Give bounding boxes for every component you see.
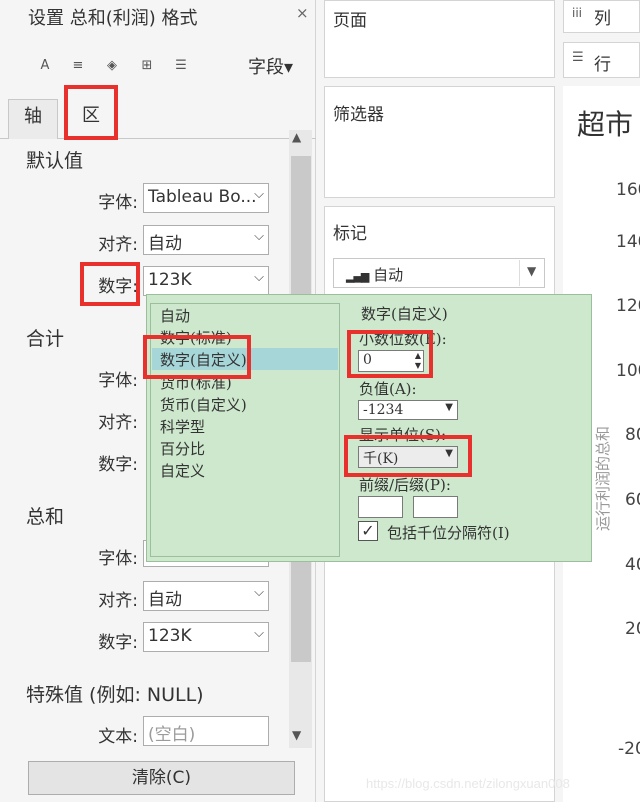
units-highlight xyxy=(344,435,472,477)
totals-font-label: 字体: xyxy=(98,371,138,391)
scroll-up-icon[interactable]: ▲ xyxy=(292,130,301,144)
default-font-value: Tableau Bo... xyxy=(148,187,257,207)
negative-value: -1234 xyxy=(363,402,404,418)
special-text-label: 文本: xyxy=(98,727,138,747)
rows-label: 行 xyxy=(594,55,611,75)
chevron-down-icon: ⌵ xyxy=(254,270,264,285)
default-align-label: 对齐: xyxy=(98,235,138,255)
negative-label: 负值(A): xyxy=(359,380,417,398)
fields-dropdown[interactable]: 字段▾ xyxy=(248,53,293,79)
lines-icon[interactable]: ☰ xyxy=(172,57,190,75)
axis-tick: 20 xyxy=(625,619,640,639)
clear-button[interactable]: 清除(C) xyxy=(28,761,295,795)
default-align-value: 自动 xyxy=(148,234,182,254)
list-item[interactable]: 科学型 xyxy=(160,416,205,437)
borders-icon[interactable]: ⊞ xyxy=(138,57,156,75)
axis-tick: 80 xyxy=(625,425,640,445)
font-icon[interactable]: A xyxy=(36,57,54,75)
axis-tick: 60 xyxy=(625,490,640,510)
thousands-separator-checkbox[interactable]: ✓ xyxy=(358,521,378,541)
pages-title: 页面 xyxy=(333,11,367,31)
tab-axis[interactable]: 轴 xyxy=(8,99,58,139)
list-item[interactable]: 自定义 xyxy=(160,460,205,481)
viz-title: 超市 xyxy=(577,108,634,141)
shading-icon[interactable]: ◈ xyxy=(103,57,121,75)
mark-type-divider xyxy=(519,260,520,286)
grand-number-label: 数字: xyxy=(98,633,138,653)
chevron-down-icon: ⌵ xyxy=(254,585,264,600)
thousands-separator-label: 包括千位分隔符(I) xyxy=(387,524,510,542)
pane-tab-highlight xyxy=(64,85,118,140)
columns-label: 列 xyxy=(594,9,611,29)
totals-align-label: 对齐: xyxy=(98,413,138,433)
axis-tick: 160 xyxy=(616,180,640,200)
mark-type-value: 自动 xyxy=(373,266,404,284)
grand-number-select[interactable]: 123K ⌵ xyxy=(143,622,269,652)
prefix-input[interactable] xyxy=(358,496,403,518)
panel-title: 数字(自定义) xyxy=(361,305,448,323)
chevron-down-icon: ⌵ xyxy=(254,229,264,244)
totals-section-heading: 合计 xyxy=(26,328,65,350)
grand-section-heading: 总和 xyxy=(26,506,65,528)
prefix-suffix-label: 前缀/后缀(P): xyxy=(359,476,451,494)
watermark: https://blog.csdn.net/zilongxuan008 xyxy=(366,776,570,791)
grand-number-value: 123K xyxy=(148,626,192,646)
columns-icon: iii xyxy=(572,6,583,20)
default-font-select[interactable]: Tableau Bo... ⌵ xyxy=(143,183,269,213)
special-values-heading: 特殊值 (例如: NULL) xyxy=(26,684,204,706)
number-label-highlight xyxy=(80,262,140,306)
default-font-label: 字体: xyxy=(98,193,138,213)
chevron-down-icon: ⌵ xyxy=(254,626,264,641)
default-number-select[interactable]: 123K ⌵ xyxy=(143,266,269,296)
format-pane-title: 设置 总和(利润) 格式 xyxy=(28,8,198,29)
axis-title-text: 运行利润的总和 xyxy=(594,426,612,531)
grand-align-label: 对齐: xyxy=(98,591,138,611)
suffix-input[interactable] xyxy=(413,496,458,518)
chevron-down-icon: ⌵ xyxy=(254,187,264,202)
filters-title: 筛选器 xyxy=(333,105,384,125)
grand-font-label: 字体: xyxy=(98,549,138,569)
default-number-value: 123K xyxy=(148,270,192,290)
bar-chart-icon: ▂▄▆ xyxy=(346,270,369,283)
mark-type-select[interactable]: ▂▄▆ 自动 xyxy=(333,258,545,288)
axis-tick: 120 xyxy=(616,296,640,316)
axis-tick: -20 xyxy=(618,739,640,759)
close-icon[interactable]: × xyxy=(296,4,309,22)
rows-icon: ☰ xyxy=(572,50,584,65)
totals-number-label: 数字: xyxy=(98,455,138,475)
special-text-input[interactable]: (空白) xyxy=(143,716,269,746)
custom-number-highlight xyxy=(143,335,251,379)
chevron-down-icon[interactable]: ▼ xyxy=(527,264,536,278)
default-align-select[interactable]: 自动 ⌵ xyxy=(143,225,269,255)
list-item[interactable]: 百分比 xyxy=(160,438,205,459)
axis-tick: 140 xyxy=(616,232,640,252)
axis-tick: 100 xyxy=(616,361,640,381)
axis-tick: 40 xyxy=(625,555,640,575)
negative-select[interactable]: -1234 ▼ xyxy=(358,400,458,420)
chevron-down-icon: ▼ xyxy=(445,402,453,413)
list-item[interactable]: 货币(自定义) xyxy=(160,394,247,415)
align-icon[interactable]: ≡ xyxy=(69,57,87,75)
list-item[interactable]: 自动 xyxy=(160,305,190,326)
grand-align-value: 自动 xyxy=(148,590,182,610)
grand-align-select[interactable]: 自动 ⌵ xyxy=(143,581,269,611)
decimals-highlight xyxy=(347,330,433,378)
marks-title: 标记 xyxy=(333,224,367,244)
scroll-down-icon[interactable]: ▼ xyxy=(292,728,301,742)
default-section-heading: 默认值 xyxy=(26,150,84,172)
